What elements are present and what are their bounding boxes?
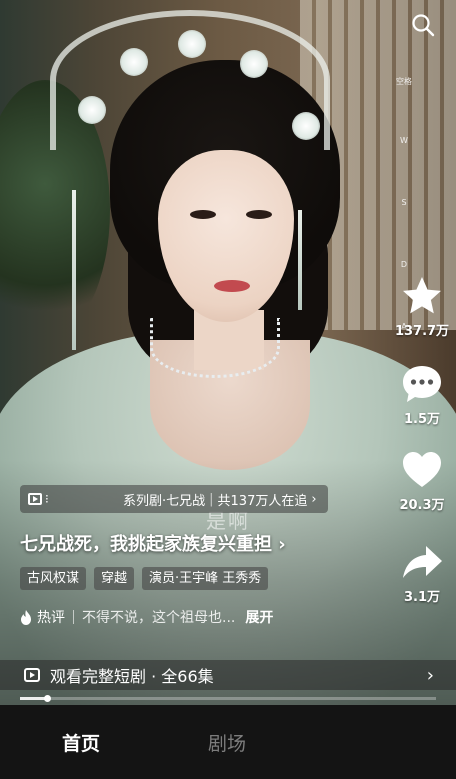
tag-cast[interactable]: 演员·王宇峰 王秀秀 bbox=[142, 567, 269, 590]
character-lips bbox=[214, 280, 250, 292]
nav-home[interactable]: 首页 bbox=[62, 729, 100, 756]
progress-knob[interactable] bbox=[44, 695, 52, 702]
crown-flower bbox=[78, 96, 106, 124]
watch-full-series-text: 观看完整短剧 · 全66集 bbox=[50, 667, 214, 686]
video-progress-bar[interactable] bbox=[20, 695, 436, 702]
nav-theater[interactable]: 剧场 bbox=[208, 729, 246, 756]
like-count: 137.7万 bbox=[394, 324, 450, 339]
comment-divider bbox=[73, 610, 74, 624]
watch-full-series-bar[interactable]: 观看完整短剧 · 全66集 › bbox=[0, 660, 456, 690]
like-action[interactable]: 137.7万 bbox=[388, 274, 456, 339]
comment-count: 1.5万 bbox=[403, 412, 441, 427]
bottom-nav: 首页 剧场 bbox=[0, 705, 456, 779]
comment-bubble-icon[interactable] bbox=[400, 362, 444, 406]
share-arrow-icon[interactable] bbox=[400, 540, 444, 584]
key-hint-space: 空格 bbox=[396, 77, 412, 86]
key-hint-w: W bbox=[400, 136, 408, 145]
crown-flower bbox=[240, 50, 268, 78]
video-title[interactable]: 七兄战死，我挑起家族复兴重担 › bbox=[20, 530, 286, 556]
character-necklace bbox=[150, 318, 280, 378]
search-icon[interactable] bbox=[410, 12, 436, 38]
series-pill[interactable]: ⁝ 系列剧·七兄战 | 共137万人在追 › bbox=[20, 485, 328, 513]
share-action[interactable]: 3.1万 bbox=[388, 540, 456, 605]
series-separator: | bbox=[209, 491, 214, 507]
crown-flower bbox=[292, 112, 320, 140]
character-eye-right bbox=[246, 210, 272, 219]
hot-comment[interactable]: 热评 不得不说，这个祖母也... 展开 bbox=[20, 605, 273, 629]
hot-comment-label: 热评 bbox=[37, 610, 65, 626]
tag-theme[interactable]: 穿越 bbox=[94, 567, 135, 590]
crown-flower bbox=[178, 30, 206, 58]
tag-list: 古风权谋 穿越 演员·王宇峰 王秀秀 bbox=[20, 567, 269, 590]
hair-tassel bbox=[72, 190, 76, 350]
favorite-action[interactable]: 20.3万 bbox=[388, 448, 456, 513]
favorite-count: 20.3万 bbox=[399, 498, 445, 513]
chevron-right-icon: › bbox=[426, 664, 434, 686]
expand-button[interactable]: 展开 bbox=[245, 607, 273, 627]
progress-fill bbox=[20, 697, 48, 700]
series-play-icon bbox=[28, 493, 42, 505]
comment-action[interactable]: 1.5万 bbox=[388, 362, 456, 427]
tag-genre[interactable]: 古风权谋 bbox=[20, 567, 87, 590]
character-eye-left bbox=[190, 210, 216, 219]
flame-icon bbox=[21, 609, 31, 625]
series-name: 系列剧·七兄战 bbox=[123, 493, 206, 509]
heart-icon[interactable] bbox=[400, 448, 444, 492]
key-hint-d: D bbox=[400, 260, 408, 269]
chevron-right-icon: › bbox=[311, 491, 317, 507]
series-pill-left: ⁝ bbox=[45, 492, 49, 506]
hair-tassel bbox=[298, 210, 302, 310]
series-watching-count: 共137万人在追 bbox=[217, 493, 308, 509]
crown-flower bbox=[120, 48, 148, 76]
key-hint-s: S bbox=[401, 198, 407, 207]
share-count: 3.1万 bbox=[403, 590, 441, 605]
play-box-icon bbox=[24, 668, 40, 682]
star-icon[interactable] bbox=[400, 274, 444, 318]
hot-comment-text: 不得不说，这个祖母也... bbox=[82, 610, 236, 626]
